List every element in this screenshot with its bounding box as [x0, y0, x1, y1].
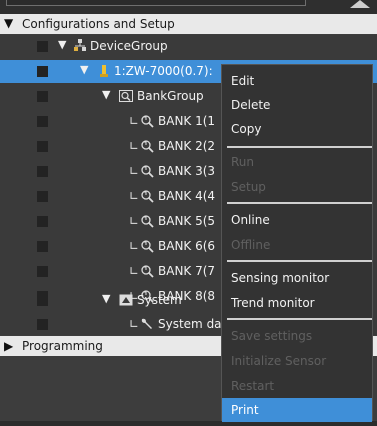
tree-branch-icon: ∟	[129, 139, 140, 153]
row-marker	[37, 319, 48, 330]
row-marker	[37, 266, 48, 277]
menu-item-label: Copy	[231, 122, 262, 136]
menu-separator	[227, 318, 372, 320]
menu-item-setup[interactable]: Setup	[222, 175, 372, 199]
menu-item-label: Sensing monitor	[231, 271, 330, 285]
collapse-triangle-icon[interactable]	[350, 0, 370, 8]
menu-item-label: Initialize Sensor	[231, 354, 327, 368]
section-configurations-and-setup[interactable]: ▼ Configurations and Setup	[0, 14, 377, 34]
tree-item-label: BANK 3(3	[158, 164, 216, 178]
menu-item-online[interactable]: Online	[222, 208, 372, 232]
menu-item-copy[interactable]: Copy	[222, 117, 372, 141]
tree-item-label: 1:ZW-7000(0.7):	[114, 64, 213, 78]
tree-item-devicegroup[interactable]: ▼ DeviceGroup	[0, 35, 377, 58]
section-label: Programming	[22, 339, 103, 353]
row-marker	[37, 66, 48, 77]
expanded-arrow-icon[interactable]: ▼	[80, 63, 88, 76]
row-marker	[37, 295, 48, 306]
menu-item-edit[interactable]: Edit	[222, 69, 372, 93]
bank-group-icon	[119, 90, 133, 102]
tree-item-label: System da	[158, 317, 222, 331]
row-marker	[37, 41, 48, 52]
expanded-arrow-icon[interactable]: ▼	[58, 38, 66, 51]
bank-search-icon	[141, 190, 154, 203]
row-marker	[37, 191, 48, 202]
bank-search-icon	[141, 140, 154, 153]
tree-item-label: System	[137, 293, 182, 307]
menu-item-label: Run	[231, 155, 255, 169]
top-input-edge[interactable]	[6, 0, 306, 6]
menu-item-offline[interactable]: Offline	[222, 233, 372, 257]
menu-item-label: Restart	[231, 379, 275, 393]
bank-search-icon	[141, 115, 154, 128]
tree-branch-icon: ∟	[129, 264, 140, 278]
collapsed-arrow-icon[interactable]: ▶	[4, 339, 13, 353]
tree-item-label: BANK 7(7	[158, 264, 216, 278]
menu-separator	[227, 202, 372, 204]
bank-search-icon	[141, 165, 154, 178]
tree-item-label: BANK 6(6	[158, 239, 216, 253]
row-marker	[37, 91, 48, 102]
bank-search-icon	[141, 240, 154, 253]
menu-item-label: Online	[231, 213, 270, 227]
expanded-arrow-icon[interactable]: ▼	[102, 292, 110, 305]
top-toolbar	[0, 0, 377, 14]
expanded-arrow-icon[interactable]: ▼	[4, 16, 13, 30]
tree-item-label: BANK 1(1	[158, 114, 216, 128]
row-marker	[37, 166, 48, 177]
menu-separator	[227, 260, 372, 262]
menu-item-label: Delete	[231, 98, 271, 112]
menu-item-label: Offline	[231, 238, 271, 252]
row-marker	[37, 241, 48, 252]
tree-item-label: BANK 2(2	[158, 139, 216, 153]
row-marker	[37, 216, 48, 227]
system-icon	[119, 294, 133, 306]
menu-item-initialize-sensor[interactable]: Initialize Sensor	[222, 349, 372, 373]
context-menu: Edit Delete Copy Run Setup Online Offlin…	[221, 64, 373, 422]
tree-item-label: DeviceGroup	[90, 39, 168, 53]
tree-branch-icon: ∟	[129, 214, 140, 228]
tree-branch-icon: ∟	[129, 189, 140, 203]
menu-item-delete[interactable]: Delete	[222, 93, 372, 117]
section-label: Configurations and Setup	[22, 17, 175, 31]
wrench-icon	[141, 318, 152, 329]
bank-search-icon	[141, 265, 154, 278]
row-marker	[37, 116, 48, 127]
menu-item-label: Setup	[231, 180, 266, 194]
menu-item-print[interactable]: Print	[222, 398, 372, 422]
sensor-device-icon	[100, 65, 108, 77]
menu-item-save-settings[interactable]: Save settings	[222, 324, 372, 348]
tree-branch-icon: ∟	[129, 317, 140, 331]
tree-item-label: BankGroup	[137, 89, 204, 103]
row-marker	[37, 141, 48, 152]
menu-item-sensing-monitor[interactable]: Sensing monitor	[222, 266, 372, 290]
device-group-icon	[74, 39, 86, 51]
menu-item-run[interactable]: Run	[222, 150, 372, 174]
menu-item-label: Print	[231, 403, 259, 417]
bank-search-icon	[141, 215, 154, 228]
expanded-arrow-icon[interactable]: ▼	[102, 88, 110, 101]
tree-branch-icon: ∟	[129, 114, 140, 128]
menu-item-label: Edit	[231, 74, 255, 88]
tree-branch-icon: ∟	[129, 239, 140, 253]
menu-item-restart[interactable]: Restart	[222, 374, 372, 398]
menu-item-label: Trend monitor	[231, 296, 315, 310]
menu-item-label: Save settings	[231, 329, 313, 343]
tree-branch-icon: ∟	[129, 164, 140, 178]
tree-item-label: BANK 5(5	[158, 214, 216, 228]
menu-item-trend-monitor[interactable]: Trend monitor	[222, 291, 372, 315]
menu-separator	[227, 146, 372, 148]
tree-item-label: BANK 4(4	[158, 189, 216, 203]
